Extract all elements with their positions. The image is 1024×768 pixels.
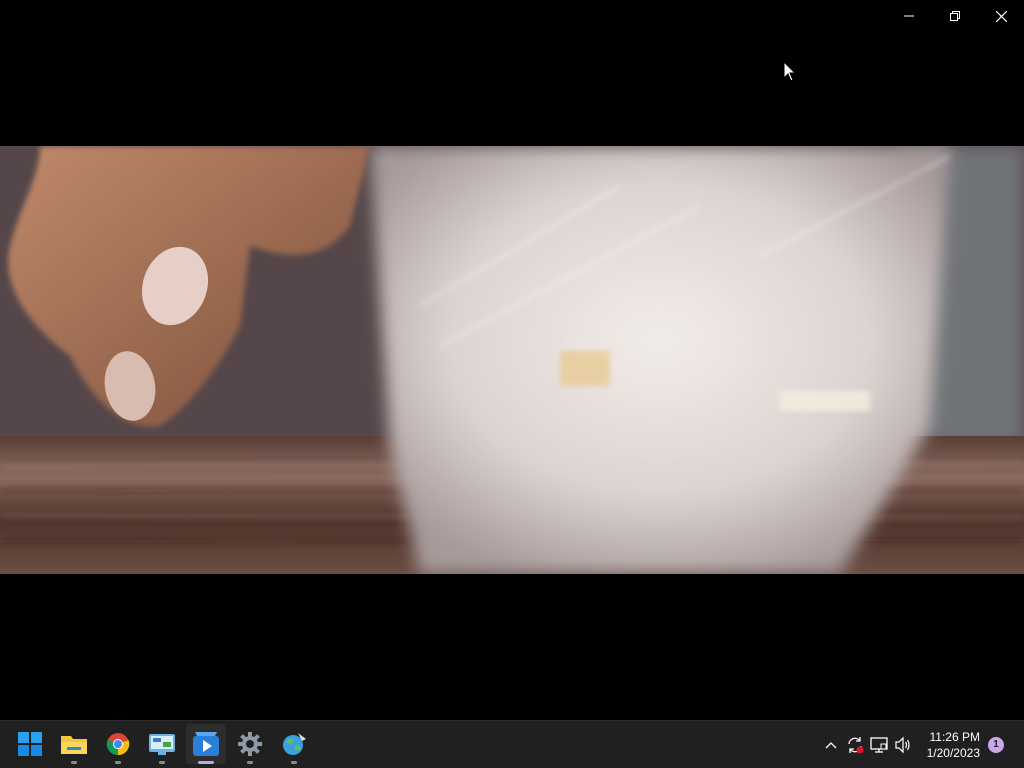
close-button[interactable] [978, 0, 1024, 32]
windows-start-icon [18, 732, 42, 756]
media-player-icon [193, 732, 219, 756]
globe-icon [283, 733, 306, 755]
taskbar-settings[interactable] [230, 724, 270, 764]
clock-date: 1/20/2023 [926, 745, 980, 760]
start-button[interactable] [10, 724, 50, 764]
taskbar: 11:26 PM 1/20/2023 1 [0, 720, 1024, 768]
running-indicator [115, 761, 121, 764]
taskbar-globe-app[interactable] [274, 724, 314, 764]
running-indicator [247, 761, 253, 764]
restore-icon [950, 11, 960, 21]
gear-icon [238, 732, 262, 756]
minimize-icon [904, 15, 914, 17]
media-player-window [0, 0, 1024, 720]
system-tray: 11:26 PM 1/20/2023 1 [819, 721, 1024, 768]
control-panel-icon [149, 734, 175, 755]
folder-icon [61, 736, 87, 754]
clock-time: 11:26 PM [929, 729, 980, 744]
restore-button[interactable] [932, 0, 978, 32]
window-controls [886, 0, 1024, 32]
chrome-icon [106, 733, 130, 756]
show-hidden-icons-button[interactable] [819, 733, 843, 757]
taskbar-control-panel[interactable] [142, 724, 182, 764]
running-indicator [71, 761, 77, 764]
volume-icon [895, 736, 910, 753]
minimize-button[interactable] [886, 0, 932, 32]
mouse-cursor-icon [783, 61, 797, 82]
notification-badge[interactable]: 1 [988, 736, 1004, 753]
running-indicator [159, 761, 165, 764]
sync-icon [847, 736, 864, 753]
taskbar-chrome[interactable] [98, 724, 138, 764]
running-indicator [291, 761, 297, 764]
video-frame[interactable] [0, 146, 1024, 574]
running-indicator [198, 761, 214, 764]
taskbar-file-explorer[interactable] [54, 724, 94, 764]
close-icon [995, 10, 1007, 22]
chevron-up-icon [825, 741, 837, 748]
network-tray-button[interactable] [867, 733, 891, 757]
sync-tray-button[interactable] [843, 733, 867, 757]
network-icon [869, 736, 888, 753]
taskbar-apps [10, 724, 314, 764]
taskbar-clock[interactable]: 11:26 PM 1/20/2023 [927, 729, 980, 761]
taskbar-media-player[interactable] [186, 724, 226, 764]
volume-tray-button[interactable] [891, 733, 915, 757]
